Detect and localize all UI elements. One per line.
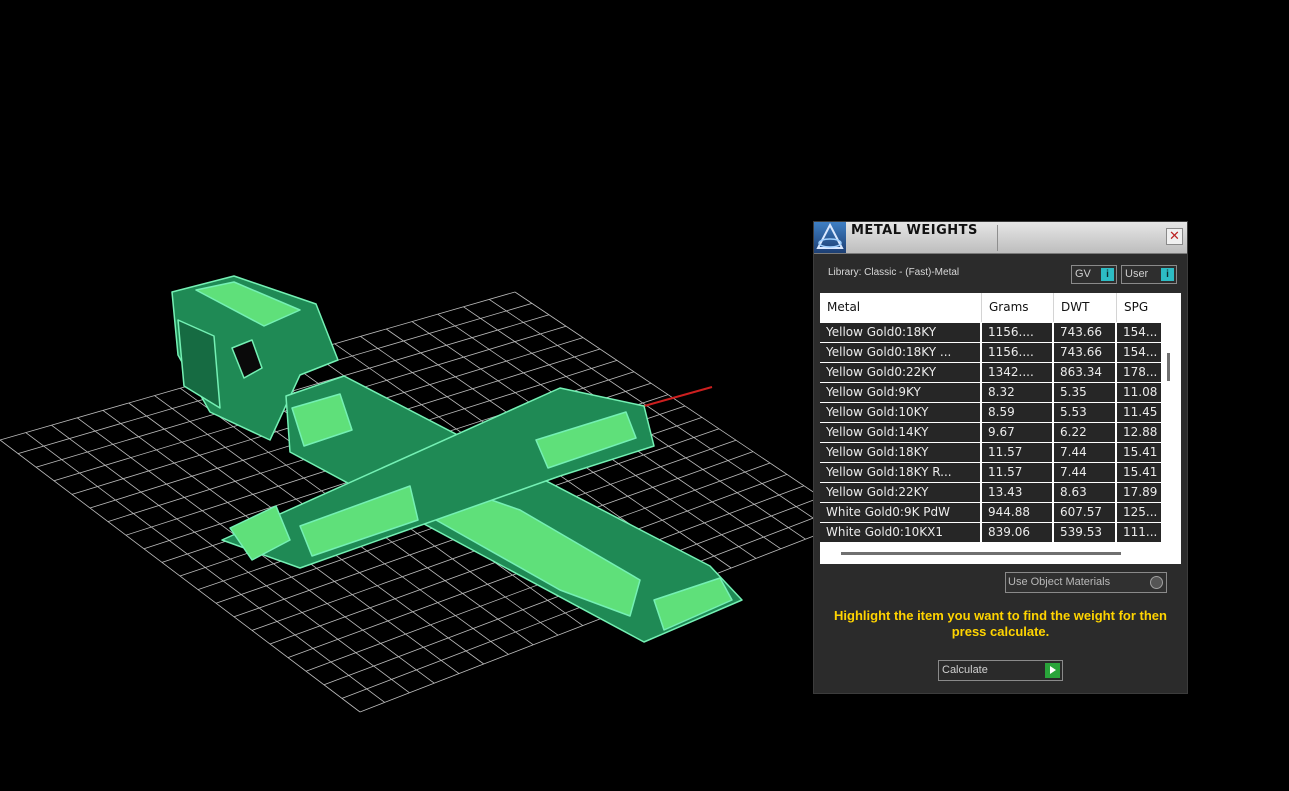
user-library-button[interactable]: User i xyxy=(1121,265,1177,284)
cell-metal: White Gold0:10KX1 xyxy=(820,523,980,542)
cell-dwt: 8.63 xyxy=(1054,483,1115,502)
column-header-dwt[interactable]: DWT xyxy=(1054,293,1117,322)
cell-dwt: 743.66 xyxy=(1054,323,1115,342)
table-row[interactable]: Yellow Gold:18KY 11.57 7.44 15.41 xyxy=(820,443,1161,463)
cross-pendant-model[interactable] xyxy=(171,275,743,643)
table-row[interactable]: White Gold0:9K PdW 944.88 607.57 125... xyxy=(820,503,1161,523)
cell-grams: 839.06 xyxy=(982,523,1052,542)
app-logo-icon xyxy=(814,222,846,253)
cell-grams: 8.32 xyxy=(982,383,1052,402)
table-row[interactable]: Yellow Gold:9KY 8.32 5.35 11.08 xyxy=(820,383,1161,403)
cell-grams: 1342.... xyxy=(982,363,1052,382)
cell-dwt: 5.35 xyxy=(1054,383,1115,402)
cell-spg: 12.88 xyxy=(1117,423,1161,442)
table-body: Yellow Gold0:18KY 1156.... 743.66 154... Yel… xyxy=(820,323,1161,543)
cell-metal: Yellow Gold0:22KY xyxy=(820,363,980,382)
titlebar-divider xyxy=(997,225,998,251)
metal-table[interactable]: Metal Grams DWT SPG Yellow Gold0:18KY 115… xyxy=(820,293,1181,564)
table-row[interactable]: Yellow Gold0:18KY ... 1156.... 743.66 154..… xyxy=(820,343,1161,363)
use-object-materials-toggle[interactable]: Use Object Materials xyxy=(1005,572,1167,593)
column-header-metal[interactable]: Metal xyxy=(820,293,982,322)
info-icon: i xyxy=(1161,268,1174,281)
calculate-button[interactable]: Calculate xyxy=(938,660,1063,681)
cell-grams: 1156.... xyxy=(982,323,1052,342)
table-header: Metal Grams DWT SPG xyxy=(820,293,1165,322)
table-row[interactable]: Yellow Gold0:22KY 1342.... 863.34 178... xyxy=(820,363,1161,383)
cell-metal: Yellow Gold:18KY R... xyxy=(820,463,980,482)
cell-spg: 11.45 xyxy=(1117,403,1161,422)
cell-metal: Yellow Gold:22KY xyxy=(820,483,980,502)
cell-spg: 15.41 xyxy=(1117,463,1161,482)
radio-icon xyxy=(1150,576,1163,589)
cell-spg: 125... xyxy=(1117,503,1161,522)
table-row[interactable]: White Gold0:10KX1 839.06 539.53 111... xyxy=(820,523,1161,543)
panel-titlebar[interactable]: METAL WEIGHTS ✕ xyxy=(814,222,1187,254)
metal-weights-panel: METAL WEIGHTS ✕ Library: Classic - (Fast… xyxy=(813,221,1188,694)
cell-metal: White Gold0:9K PdW xyxy=(820,503,980,522)
cell-dwt: 743.66 xyxy=(1054,343,1115,362)
horizontal-scrollbar[interactable] xyxy=(841,552,1121,555)
close-button[interactable]: ✕ xyxy=(1166,228,1183,245)
cell-dwt: 607.57 xyxy=(1054,503,1115,522)
cell-dwt: 539.53 xyxy=(1054,523,1115,542)
table-row[interactable]: Yellow Gold:18KY R... 11.57 7.44 15.41 xyxy=(820,463,1161,483)
cell-metal: Yellow Gold0:18KY xyxy=(820,323,980,342)
close-icon: ✕ xyxy=(1169,229,1180,244)
cell-spg: 11.08 xyxy=(1117,383,1161,402)
cell-dwt: 863.34 xyxy=(1054,363,1115,382)
cell-grams: 944.88 xyxy=(982,503,1052,522)
cell-metal: Yellow Gold:18KY xyxy=(820,443,980,462)
table-row[interactable]: Yellow Gold:10KY 8.59 5.53 11.45 xyxy=(820,403,1161,423)
cell-dwt: 7.44 xyxy=(1054,463,1115,482)
gv-library-button[interactable]: GV i xyxy=(1071,265,1117,284)
cell-spg: 178... xyxy=(1117,363,1161,382)
cell-spg: 154... xyxy=(1117,343,1161,362)
cell-metal: Yellow Gold:14KY xyxy=(820,423,980,442)
cell-spg: 17.89 xyxy=(1117,483,1161,502)
table-row[interactable]: Yellow Gold:22KY 13.43 8.63 17.89 xyxy=(820,483,1161,503)
cell-metal: Yellow Gold:10KY xyxy=(820,403,980,422)
cell-grams: 11.57 xyxy=(982,443,1052,462)
panel-title: METAL WEIGHTS xyxy=(851,223,978,238)
cell-grams: 8.59 xyxy=(982,403,1052,422)
cell-spg: 15.41 xyxy=(1117,443,1161,462)
cell-grams: 11.57 xyxy=(982,463,1052,482)
instruction-text: Highlight the item you want to find the … xyxy=(834,608,1167,639)
cell-spg: 111... xyxy=(1117,523,1161,542)
cell-metal: Yellow Gold0:18KY ... xyxy=(820,343,980,362)
cell-grams: 13.43 xyxy=(982,483,1052,502)
user-label: User xyxy=(1125,268,1149,280)
column-header-spg[interactable]: SPG xyxy=(1117,293,1163,322)
calculate-label: Calculate xyxy=(942,664,988,676)
table-row[interactable]: Yellow Gold:14KY 9.67 6.22 12.88 xyxy=(820,423,1161,443)
cell-grams: 9.67 xyxy=(982,423,1052,442)
cell-dwt: 7.44 xyxy=(1054,443,1115,462)
cell-metal: Yellow Gold:9KY xyxy=(820,383,980,402)
cell-spg: 154... xyxy=(1117,323,1161,342)
cell-dwt: 5.53 xyxy=(1054,403,1115,422)
use-object-materials-label: Use Object Materials xyxy=(1008,576,1111,588)
info-icon: i xyxy=(1101,268,1114,281)
table-row[interactable]: Yellow Gold0:18KY 1156.... 743.66 154... xyxy=(820,323,1161,343)
gv-label: GV xyxy=(1075,268,1091,280)
column-header-grams[interactable]: Grams xyxy=(982,293,1054,322)
vertical-scrollbar[interactable] xyxy=(1167,353,1170,381)
cell-grams: 1156.... xyxy=(982,343,1052,362)
cell-dwt: 6.22 xyxy=(1054,423,1115,442)
library-label: Library: Classic - (Fast)-Metal xyxy=(828,267,960,278)
play-arrow-icon xyxy=(1045,663,1060,678)
